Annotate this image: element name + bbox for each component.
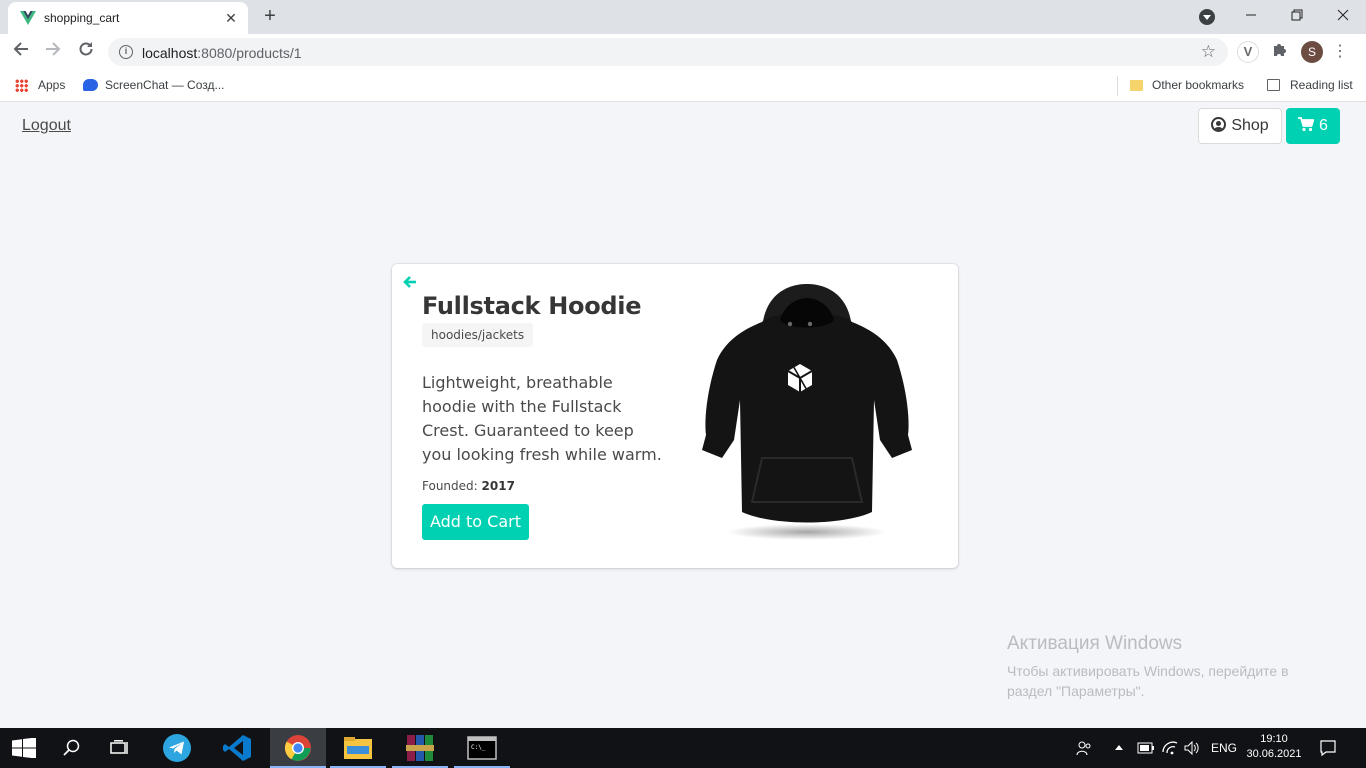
user-circle-icon [1211,117,1227,132]
language-indicator[interactable]: ENG [1211,741,1237,755]
tab-title: shopping_cart [44,11,120,25]
terminal-app-icon[interactable]: C:\_ [454,728,510,768]
clock-time: 19:10 [1260,733,1288,745]
start-button[interactable] [0,728,48,768]
extensions-puzzle-icon[interactable] [1269,41,1291,63]
hoodie-product-image [702,284,912,540]
cart-button[interactable]: 6 [1286,108,1340,144]
vue-logo-icon [20,11,36,25]
apps-grid-icon[interactable] [15,79,28,92]
founded-label: Founded: [422,479,478,493]
windows-logo-icon [12,738,36,758]
clock-date: 30.06.2021 [1246,748,1302,760]
cart-icon [1298,117,1315,132]
new-tab-button[interactable]: + [258,5,282,29]
profile-avatar[interactable]: S [1301,41,1323,63]
people-icon[interactable] [1076,740,1092,756]
bookmark-other[interactable]: Other bookmarks [1152,78,1244,92]
wifi-icon[interactable] [1162,740,1178,756]
bookmark-star-icon[interactable]: ☆ [1201,42,1216,62]
address-bar[interactable]: i localhost:8080/products/1 ☆ [108,38,1228,66]
winrar-app-icon[interactable] [392,728,448,768]
shop-label: Shop [1231,117,1269,134]
screenchat-icon [83,79,98,91]
cart-count: 6 [1319,117,1328,134]
battery-icon[interactable] [1137,742,1155,754]
category-tag: hoodies/jackets [422,323,534,347]
shop-button[interactable]: Shop [1198,108,1282,144]
add-to-cart-button[interactable]: Add to Cart [422,504,529,540]
founded-year: 2017 [481,479,515,493]
restore-icon[interactable] [1284,4,1310,28]
forward-arrow-icon[interactable] [41,40,65,64]
logout-link[interactable]: Logout [22,117,71,135]
vscode-app-icon[interactable] [210,728,266,768]
bookmark-apps[interactable]: Apps [38,78,65,92]
chrome-app-icon[interactable] [270,728,326,768]
activation-subtitle: Чтобы активировать Windows, перейдите в … [1007,663,1289,699]
site-info-icon[interactable]: i [119,45,133,59]
folder-icon [1130,80,1143,91]
tab-search-icon[interactable] [1199,9,1215,25]
product-title: Fullstack Hoodie [422,292,642,320]
browser-toolbar: i localhost:8080/products/1 ☆ V S ⋮ [0,34,1366,70]
windows-taskbar: C:\_ ENG 19:10 30.06.2021 [0,728,1366,768]
windows-activation-watermark: Активация Windows Чтобы активировать Win… [1007,633,1327,701]
product-card: Fullstack Hoodie hoodies/jackets Lightwe… [392,264,958,568]
browser-titlebar: shopping_cart ✕ + [0,0,1366,34]
reload-icon[interactable] [74,40,98,64]
url-text[interactable]: localhost:8080/products/1 [142,45,302,61]
search-icon[interactable] [48,728,96,768]
task-view-icon[interactable] [96,728,144,768]
reading-list-icon [1267,79,1280,91]
bookmark-screenchat[interactable]: ScreenChat — Созд... [105,78,224,92]
bookmark-reading-list[interactable]: Reading list [1290,78,1353,92]
notifications-icon[interactable] [1319,739,1337,757]
chevron-up-icon[interactable] [1114,744,1124,752]
volume-icon[interactable] [1184,740,1200,756]
file-explorer-icon[interactable] [330,728,386,768]
system-clock[interactable]: 19:10 30.06.2021 [1244,732,1304,762]
close-tab-icon[interactable]: ✕ [222,9,240,27]
arrow-left-icon[interactable] [402,274,418,290]
product-description: Lightweight, breathable hoodie with the … [422,373,662,464]
chrome-menu-icon[interactable]: ⋮ [1332,41,1348,63]
activation-title: Активация Windows [1007,633,1183,654]
extension-v-icon[interactable]: V [1237,41,1259,63]
bookmarks-divider [1117,76,1118,96]
svg-text:C:\_: C:\_ [471,744,486,751]
browser-tab[interactable]: shopping_cart ✕ [8,2,248,34]
bookmarks-bar: Apps ScreenChat — Созд... Other bookmark… [0,70,1366,102]
founded-info: Founded: 2017 [422,479,515,493]
back-arrow-icon[interactable] [9,40,33,64]
close-window-icon[interactable] [1330,4,1356,28]
minimize-icon[interactable] [1238,4,1264,28]
telegram-app-icon[interactable] [150,728,206,768]
page-content: Logout Shop 6 Fullstack Hoodie hoodies/j… [0,103,1366,728]
